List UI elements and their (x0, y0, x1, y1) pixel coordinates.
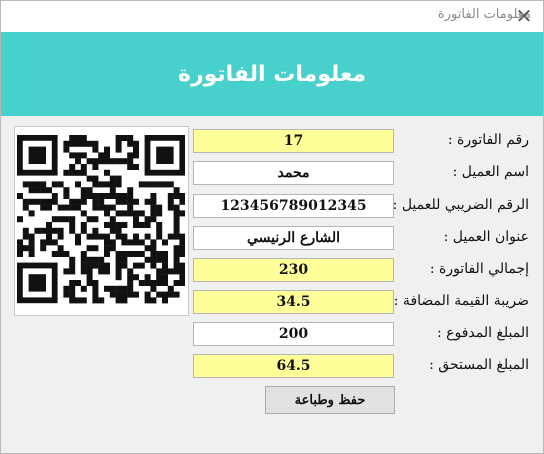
invoice-number-field[interactable]: 17 (193, 129, 394, 153)
amount-paid-field[interactable]: 200 (193, 322, 394, 346)
invoice-total-label: إجمالي الفاتورة : (429, 261, 529, 277)
customer-name-field[interactable]: محمد (193, 161, 394, 185)
invoice-total-field[interactable]: 230 (193, 258, 394, 282)
header-banner: معلومات الفاتورة (1, 32, 543, 116)
qr-code-panel (14, 126, 189, 316)
amount-paid-label: المبلغ المدفوع : (436, 325, 529, 341)
customer-address-field[interactable]: الشارع الرنيسي (193, 226, 394, 250)
customer-tax-number-field[interactable]: 123456789012345 (193, 194, 394, 218)
save-and-print-button[interactable]: حفظ وطباعة (265, 386, 395, 414)
customer-tax-number-label: الرقم الضريبي للعميل : (392, 197, 529, 213)
window-title: معلومات الفاتورة (437, 7, 531, 22)
invoice-window: ✕ معلومات الفاتورة معلومات الفاتورة 17 ر… (0, 0, 544, 454)
amount-due-field[interactable]: 64.5 (193, 354, 394, 378)
amount-due-label: المبلغ المستحق : (429, 357, 529, 373)
vat-field[interactable]: 34.5 (193, 290, 394, 314)
qr-code-image (17, 135, 185, 304)
customer-name-label: اسم العميل : (452, 164, 529, 180)
vat-label: ضريبة القيمة المضافة : (393, 293, 529, 309)
invoice-number-label: رقم الفاتورة : (447, 132, 529, 148)
title-bar: ✕ معلومات الفاتورة (1, 1, 543, 32)
page-title: معلومات الفاتورة (177, 61, 367, 87)
customer-address-label: عنوان العميل : (443, 229, 529, 245)
